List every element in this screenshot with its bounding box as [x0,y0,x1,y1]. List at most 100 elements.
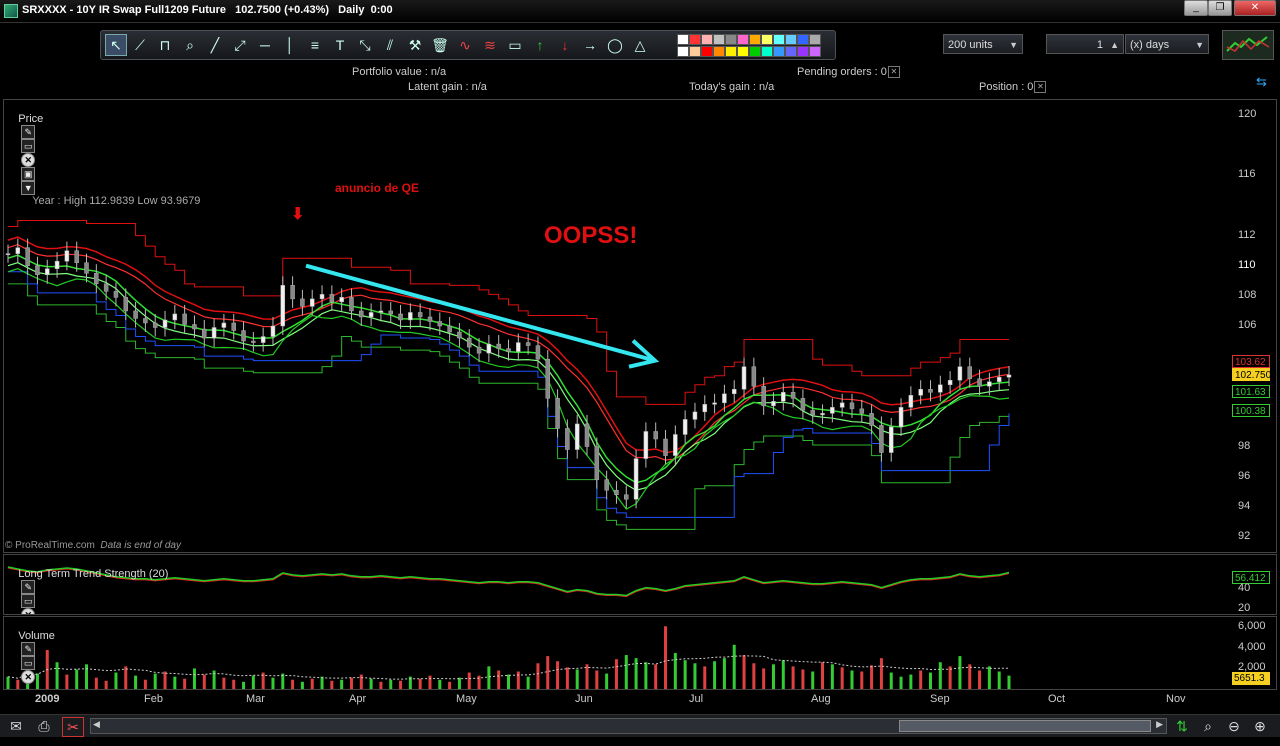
price-candle [15,247,21,254]
color-swatch[interactable] [689,34,701,45]
color-swatch[interactable] [809,46,821,57]
color-swatch[interactable] [773,34,785,45]
triangle-icon[interactable]: △ [630,35,650,55]
price-candle [457,331,462,339]
price-chart[interactable] [4,100,1230,552]
window-icon[interactable]: ▭ [21,594,36,608]
volume-bar [614,659,618,689]
close-icon[interactable]: ✕ [21,153,36,167]
days-count-input[interactable]: 1 ▲ [1046,34,1124,54]
cursor-icon[interactable]: ↖ [105,34,127,56]
green-up-arrow-icon[interactable]: ↑ [530,35,550,55]
color-swatch[interactable] [677,34,689,45]
zoom-fit-icon[interactable]: ⌕ [1198,717,1218,735]
color-swatch[interactable] [677,46,689,57]
color-swatch[interactable] [761,34,773,45]
ray-icon[interactable]: ⤢ [230,35,250,55]
wrench-icon[interactable]: ✎ [21,125,36,139]
color-swatch[interactable] [749,34,761,45]
close-icon[interactable]: ✕ [21,608,36,614]
red-down-arrow-icon[interactable]: ↓ [555,35,575,55]
price-axis[interactable]: 120 116 112 110 108 106 98 96 94 92 103.62 102.7500… [1230,99,1277,553]
color-swatch[interactable] [809,34,821,45]
scroll-left-icon[interactable]: ◀ [93,719,100,730]
ruler-icon[interactable]: ⟋ [130,35,150,55]
text-icon[interactable]: T [330,35,350,55]
trend-strength-panel[interactable]: Long Term Trend Strength (20) ✎ ▭ ✕ [3,554,1231,615]
close-button[interactable]: ✕ [1234,0,1276,16]
volume-bar [369,678,373,689]
color-swatch[interactable] [725,34,737,45]
fibonacci-icon[interactable]: ≡ [305,35,325,55]
printer-icon[interactable]: ⎙ [34,717,54,735]
arrow-tool-icon[interactable]: ⤡ [355,35,375,55]
color-swatch[interactable] [785,34,797,45]
color-swatch[interactable] [701,46,713,57]
color-swatch[interactable] [689,46,701,57]
trash-icon[interactable]: 🗑 [430,35,450,55]
zoom-out-icon[interactable]: ⊖ [1224,717,1244,735]
pending-orders-close-icon[interactable]: ✕ [887,66,900,79]
wrench-icon[interactable]: ✎ [21,580,36,594]
color-swatch[interactable] [773,46,785,57]
price-candle [300,298,305,307]
wrench-icon[interactable]: ⚒ [405,35,425,55]
volume-panel[interactable]: Volume ✎ ▭ ✕ [3,616,1231,690]
color-swatch[interactable] [761,46,773,57]
export-icon[interactable]: ▼ [21,181,36,195]
todays-gain: Today's gain : n/a [689,81,775,93]
horizontal-line-icon[interactable]: ─ [255,35,275,55]
color-swatch[interactable] [749,46,761,57]
color-swatch[interactable] [797,34,809,45]
chart-style-button[interactable] [1222,30,1274,60]
zoom-in-icon[interactable]: ⊕ [1250,717,1270,735]
wrench-icon[interactable]: ✎ [21,642,36,656]
price-candle [692,411,698,420]
indicator-icon[interactable]: ∿ [455,35,475,55]
price-candle [516,342,521,352]
close-icon[interactable]: ✕ [21,670,36,684]
ellipse-icon[interactable]: ◯ [605,35,625,55]
window-icon[interactable]: ▭ [21,656,36,670]
date-tick-label: Nov [1166,693,1186,705]
chart-scrollbar[interactable]: ◀ ▶ [90,718,1167,734]
line-icon[interactable]: ╱ [205,35,225,55]
color-swatch[interactable] [797,46,809,57]
sync-arrows-icon[interactable]: ⇆ [1256,74,1267,90]
color-swatch[interactable] [701,34,713,45]
color-swatch[interactable] [725,46,737,57]
price-candle [722,393,727,404]
color-swatch[interactable] [713,46,725,57]
scissors-icon[interactable]: ✂ [62,717,84,737]
minimize-button[interactable]: _ [1184,0,1208,16]
price-panel[interactable]: Price ✎ ▭ ✕ ▣ ▼ Year : High 112.9839 Low… [3,99,1231,553]
magnet-icon[interactable]: ⊓ [155,35,175,55]
position-close-icon[interactable]: ✕ [1034,81,1047,94]
color-swatch[interactable] [737,34,749,45]
color-swatch[interactable] [737,46,749,57]
timeframe-dropdown[interactable]: (x) days ▼ [1125,34,1209,54]
restore-button[interactable]: ❐ [1208,0,1232,16]
volume-bar [65,674,69,689]
mail-icon[interactable]: ✉ [6,717,26,735]
scroll-right-icon[interactable]: ▶ [1156,719,1163,730]
price-candle [54,260,60,269]
rectangle-icon[interactable]: ▭ [505,35,525,55]
color-swatch[interactable] [785,46,797,57]
channel-icon[interactable]: ⫽ [380,35,400,55]
color-swatch[interactable] [713,34,725,45]
indicator2-icon[interactable]: ≋ [480,35,500,55]
add-indicator-icon[interactable]: ▣ [21,167,36,181]
right-arrow-icon[interactable]: → [580,35,600,55]
autoscale-icon[interactable]: ⇅ [1172,717,1192,735]
units-dropdown[interactable]: 200 units ▼ [943,34,1023,54]
window-icon[interactable]: ▭ [21,139,36,153]
zoom-icon[interactable]: ⌕ [180,35,200,55]
vertical-line-icon[interactable]: │ [280,35,300,55]
volume-header: Volume ✎ ▭ ✕ [6,618,55,684]
scrollbar-thumb[interactable] [899,720,1151,732]
price-tick-label: 110 [1238,258,1256,271]
price-candle [152,322,158,328]
credit-text: © ProRealTime.com [5,540,95,551]
down-arrow-icon: ⬇ [291,206,305,223]
